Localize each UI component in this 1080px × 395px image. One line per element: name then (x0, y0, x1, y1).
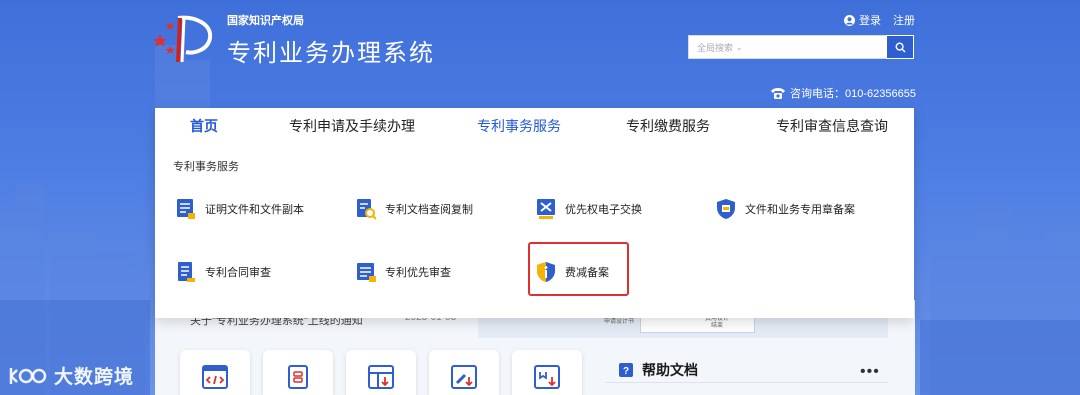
service-contract-review[interactable]: 专利合同审查 (175, 261, 271, 283)
nav-home[interactable]: 首页 (190, 116, 218, 136)
service-seal-filing[interactable]: 文件和业务专用章备案 (715, 198, 855, 220)
login-button[interactable]: 登录 (844, 12, 881, 28)
quick-tile-table[interactable] (346, 350, 416, 395)
archive-download-icon (534, 365, 560, 389)
hotline: 咨询电话：010-62356655 (770, 85, 916, 101)
quick-tile-form[interactable] (263, 350, 333, 395)
watermark-logo-icon (9, 367, 47, 384)
help-doc-icon: ? (619, 363, 633, 377)
help-docs-header: ? 帮助文档 (618, 360, 698, 380)
service-label: 优先权电子交换 (565, 204, 642, 216)
quick-tile-upload[interactable] (512, 350, 582, 395)
dropdown-section-title: 专利事务服务 (173, 161, 239, 173)
service-label: 文件和业务专用章备案 (745, 204, 855, 216)
help-more-button[interactable]: ••• (860, 363, 880, 381)
chevron-down-icon: ⌄ (736, 42, 743, 52)
service-label: 专利优先审查 (385, 267, 451, 279)
org-name: 国家知识产权局 (227, 15, 304, 27)
cnipa-logo (153, 15, 213, 63)
quick-tile-code[interactable] (180, 350, 250, 395)
nav-patent-examination[interactable]: 专利审查信息查询 (776, 116, 888, 136)
service-label: 证明文件和文件副本 (205, 204, 304, 216)
service-label: 专利文档查阅复制 (385, 204, 473, 216)
service-certificate-copies[interactable]: 证明文件和文件副本 (175, 198, 304, 220)
divider (605, 382, 888, 383)
nav-patent-affairs[interactable]: 专利事务服务 (477, 116, 561, 136)
nav-patent-application[interactable]: 专利申请及手续办理 (289, 116, 415, 136)
search-scope-label: 全局搜索 (697, 42, 734, 53)
highlight-box (528, 242, 629, 296)
phone-icon (771, 88, 785, 99)
search-icon (894, 41, 905, 52)
system-title: 专利业务办理系统 (227, 39, 435, 67)
priority-list-icon (357, 263, 376, 282)
register-link[interactable]: 注册 (893, 12, 915, 28)
exchange-icon (537, 199, 555, 219)
wrench-icon (451, 365, 477, 389)
service-label: 专利合同审查 (205, 267, 271, 279)
document-copy-icon (177, 199, 195, 219)
global-search: 全局搜索 ⌄ (688, 35, 914, 59)
login-label: 登录 (859, 15, 881, 27)
watermark-text: 大数跨境 (54, 367, 135, 388)
shield-seal-icon (717, 199, 735, 219)
search-button[interactable] (886, 35, 914, 59)
search-scope-select[interactable]: 全局搜索 ⌄ (688, 35, 748, 59)
nav-dropdown-panel: 首页 专利申请及手续办理 专利事务服务 专利缴费服务 专利审查信息查询 专利事务… (155, 108, 914, 318)
code-icon (202, 365, 228, 389)
svg-text:?: ? (623, 366, 629, 377)
help-docs-title: 帮助文档 (642, 362, 698, 378)
form-icon (288, 365, 308, 389)
service-document-access[interactable]: 专利文档查阅复制 (355, 198, 473, 220)
document-search-icon (357, 199, 377, 220)
flow-step-label-right: 费用设计 结束 (705, 316, 730, 329)
quick-tile-tools[interactable] (429, 350, 499, 395)
contract-icon (178, 262, 195, 282)
watermark: 大数跨境 (8, 362, 134, 389)
nav-patent-fees[interactable]: 专利缴费服务 (626, 116, 710, 136)
search-input[interactable] (748, 35, 886, 59)
service-priority-examination[interactable]: 专利优先审查 (355, 261, 451, 283)
service-priority-exchange[interactable]: 优先权电子交换 (535, 198, 642, 220)
hotline-text: 咨询电话：010-62356655 (790, 88, 916, 100)
table-download-icon (368, 365, 394, 389)
user-icon (844, 14, 855, 26)
